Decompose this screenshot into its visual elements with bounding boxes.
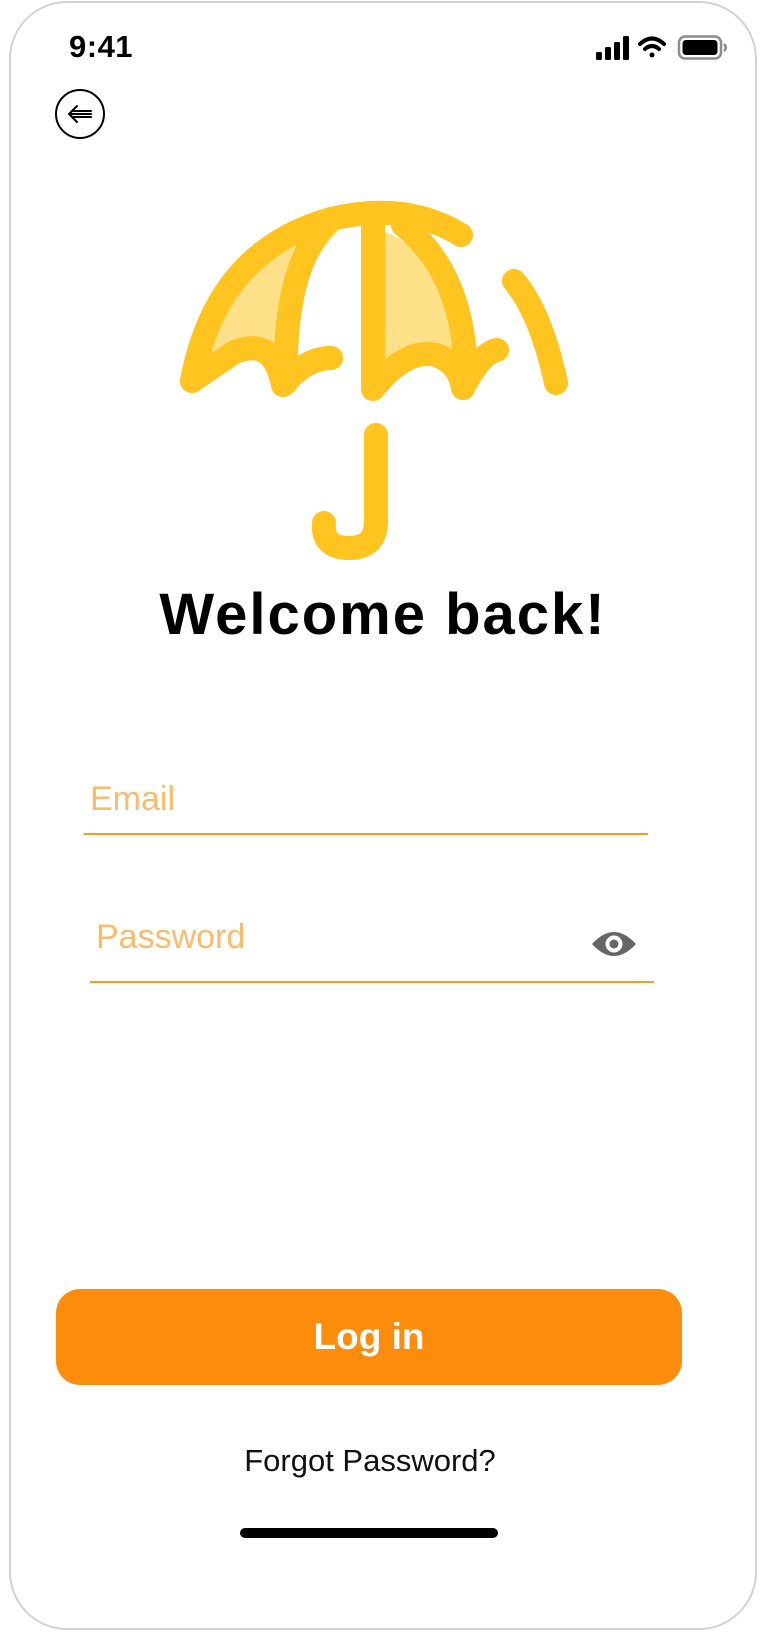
umbrella-handle: [311, 423, 388, 561]
password-field: [90, 903, 654, 983]
arrow-left-icon: [68, 105, 92, 123]
forgot-password-link[interactable]: Forgot Password?: [11, 1443, 729, 1479]
back-button[interactable]: [55, 89, 105, 139]
cellular-signal-icon: [596, 36, 629, 60]
status-icons: [596, 35, 727, 60]
eye-icon[interactable]: [590, 925, 638, 963]
email-input[interactable]: [90, 775, 570, 823]
status-time: 9:41: [69, 29, 134, 64]
password-input[interactable]: [96, 913, 576, 961]
email-field: [84, 763, 648, 835]
home-indicator: [240, 1528, 498, 1538]
battery-icon: [677, 35, 727, 60]
wifi-icon: [638, 36, 666, 58]
page-title: Welcome back!: [159, 582, 607, 647]
login-button[interactable]: Log in: [56, 1289, 682, 1385]
umbrella-icon: [180, 200, 568, 561]
phone-screen: 9:41 Welcome back! Email Log in Forgot P…: [9, 1, 757, 1630]
